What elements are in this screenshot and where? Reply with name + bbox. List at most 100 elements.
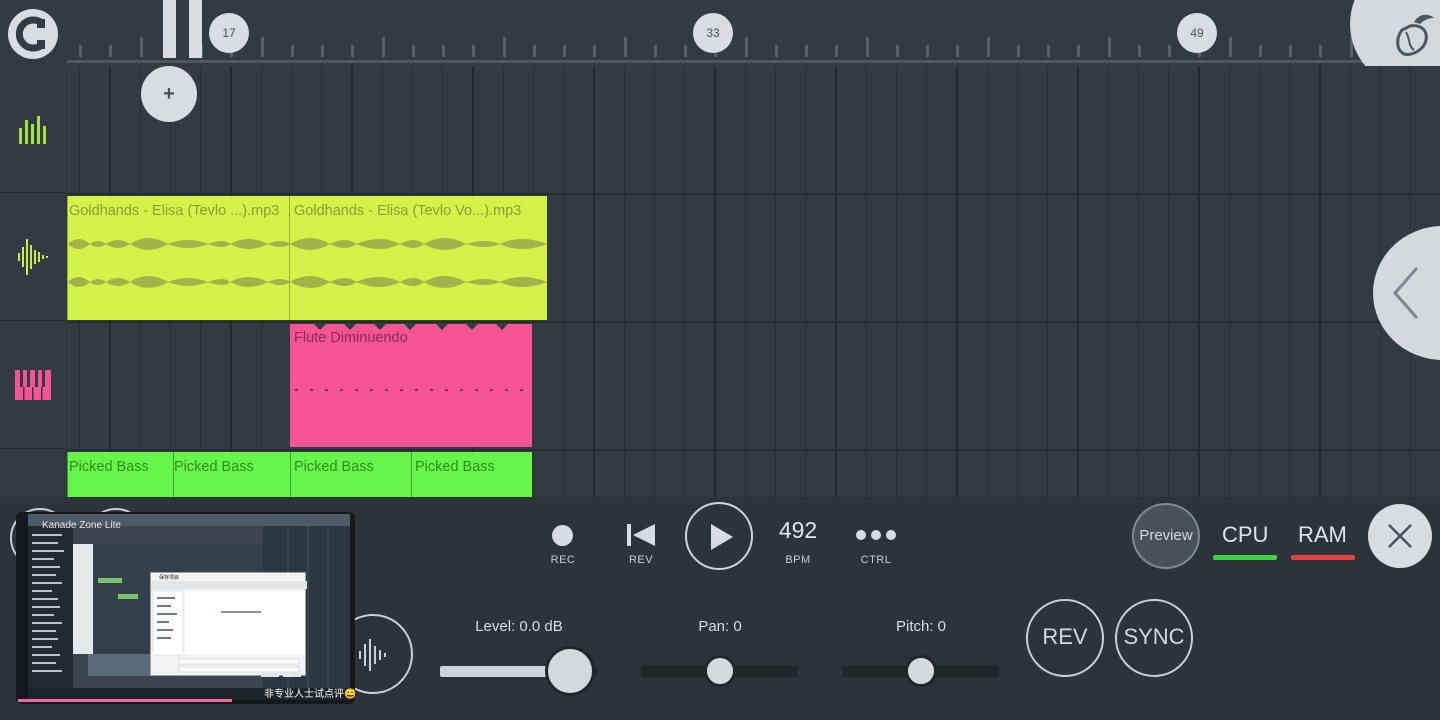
grid-line xyxy=(563,66,564,497)
ruler-baseline xyxy=(67,60,1377,63)
grid-line xyxy=(1289,66,1290,497)
track-divider xyxy=(67,321,1440,323)
track-type-sidebar xyxy=(0,66,66,497)
clip-title: Picked Bass xyxy=(294,459,374,475)
grid-line xyxy=(1349,66,1351,497)
record-label: REC xyxy=(550,554,576,566)
ruler-tick xyxy=(744,37,748,57)
grid-line xyxy=(1198,66,1201,497)
sync-button[interactable]: SYNC xyxy=(1115,599,1193,677)
piano-roll-button[interactable] xyxy=(0,322,66,449)
close-button[interactable] xyxy=(1368,504,1432,568)
ruler-tick xyxy=(926,45,929,57)
skip-back-icon xyxy=(627,524,655,546)
clip-title: Goldhands - Elisa (Tevlo Vo...).mp3 xyxy=(294,203,522,219)
grid-line xyxy=(623,66,625,497)
ruler-tick xyxy=(1289,45,1292,57)
grid-line xyxy=(593,66,596,497)
bass-clip[interactable]: Picked Bass xyxy=(173,452,290,497)
bass-clip[interactable]: Picked Bass xyxy=(290,452,411,497)
grid-line xyxy=(1319,66,1322,497)
audio-clip[interactable]: Goldhands - Elisa (Tevlo Vo...).mp3 xyxy=(289,196,547,320)
ruler-tick xyxy=(593,45,597,57)
ruler-tick xyxy=(1047,45,1050,57)
song-position-handle[interactable] xyxy=(163,0,207,58)
pitch-knob[interactable] xyxy=(904,655,937,687)
handle-bar-left xyxy=(163,0,176,58)
ruler-tick xyxy=(895,45,899,57)
grid-line xyxy=(835,66,838,497)
bass-clip[interactable]: Picked Bass xyxy=(411,452,532,497)
audio-clip[interactable]: Goldhands - Elisa (Tevlo ...).mp3 xyxy=(67,196,290,320)
video-overlay[interactable]: 保存项目 Kanade Zone Lite 非专业人士试点评😀 xyxy=(16,512,355,704)
play-button[interactable] xyxy=(685,502,753,570)
grid-line xyxy=(986,66,988,497)
grid-line xyxy=(926,66,927,497)
waveform-icon xyxy=(359,639,386,671)
grid-line xyxy=(684,66,685,497)
ruler-tick xyxy=(1258,45,1262,57)
preview-button[interactable]: Preview xyxy=(1132,503,1200,569)
reverse-sample-button[interactable]: REV xyxy=(1026,599,1104,677)
ruler-tick xyxy=(502,37,506,57)
pan-knob[interactable] xyxy=(703,655,736,687)
fl-fruit-icon xyxy=(1396,14,1434,56)
ruler-tick xyxy=(774,45,778,57)
bar-marker[interactable]: 17 xyxy=(209,13,249,53)
menu-button[interactable] xyxy=(8,9,58,59)
grid-line xyxy=(865,66,867,497)
ruler-tick xyxy=(321,45,324,57)
reverse-button[interactable]: REV xyxy=(619,517,663,567)
ruler-tick xyxy=(1319,45,1323,57)
bar-marker[interactable]: 49 xyxy=(1177,13,1217,53)
ctrl-label: CTRL xyxy=(860,554,892,566)
grid-line xyxy=(1258,66,1260,497)
timeline-ruler[interactable]: 17 33 49 xyxy=(0,0,1440,90)
ruler-tick xyxy=(109,45,113,57)
ruler-tick xyxy=(623,37,627,57)
bar-marker[interactable]: 33 xyxy=(693,13,733,53)
grid-line xyxy=(1077,66,1080,497)
record-button[interactable]: REC xyxy=(541,517,585,567)
play-icon xyxy=(711,524,733,550)
ruler-tick xyxy=(290,45,294,57)
ram-label: RAM xyxy=(1298,522,1347,547)
add-button[interactable]: + xyxy=(141,66,197,122)
ruler-tick xyxy=(684,45,687,57)
grid-line xyxy=(653,66,655,497)
overlay-subtitle: 非专业人士试点评😀 xyxy=(264,689,355,700)
audio-track-button[interactable] xyxy=(0,194,66,321)
video-frame: 保存项目 Kanade Zone Lite 非专业人士试点评😀 xyxy=(28,514,355,700)
bass-clip[interactable]: Picked Bass xyxy=(67,452,173,497)
level-label: Level: 0.0 dB xyxy=(475,618,563,635)
ctrl-button[interactable]: CTRL xyxy=(852,517,900,567)
cpu-label: CPU xyxy=(1222,522,1269,547)
grid-line xyxy=(805,66,806,497)
level-knob[interactable] xyxy=(545,646,596,696)
video-progress xyxy=(18,699,233,702)
tempo-button[interactable]: 492 BPM xyxy=(770,517,826,569)
fl-studio-mobile-window: 17 33 49 Goldhands - Elisa (Tevlo ...).m… xyxy=(0,0,1440,720)
chevron-left-icon xyxy=(1393,267,1419,319)
ruler-tick xyxy=(351,45,355,57)
handle-bar-right xyxy=(189,0,202,58)
ruler-tick xyxy=(956,45,960,57)
instrument-track-button[interactable] xyxy=(0,450,66,497)
mixer-bars-icon xyxy=(19,116,46,144)
grid-line xyxy=(1047,66,1048,497)
grid-line xyxy=(956,66,959,497)
clip-title: Picked Bass xyxy=(415,459,495,475)
grid-line xyxy=(895,66,897,497)
cpu-meter xyxy=(1213,555,1277,560)
playlist-grid[interactable]: Goldhands - Elisa (Tevlo ...).mp3 Goldha… xyxy=(67,66,1440,497)
mixer-button[interactable] xyxy=(0,66,66,193)
ruler-tick xyxy=(79,45,82,57)
pattern-clip[interactable]: Flute Diminuendo xyxy=(290,324,532,447)
ruler-tick xyxy=(805,45,808,57)
ruler-tick xyxy=(532,45,536,57)
dialog-title: 保存项目 xyxy=(159,575,180,581)
pitch-label: Pitch: 0 xyxy=(895,618,947,635)
track-divider xyxy=(67,449,1440,451)
grid-line xyxy=(1168,66,1169,497)
ruler-tick xyxy=(1077,45,1081,57)
